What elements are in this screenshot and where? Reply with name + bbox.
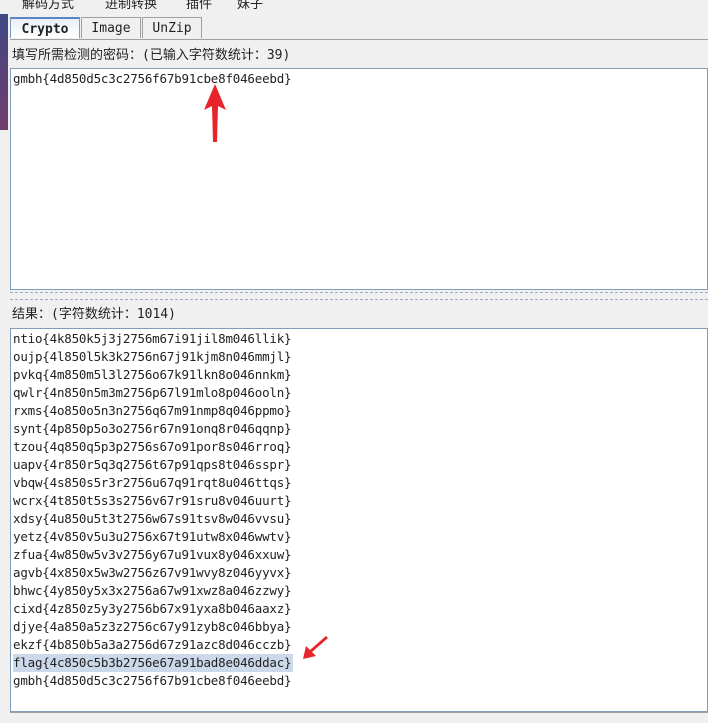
- menu-girl[interactable]: 妹子: [237, 0, 263, 12]
- splitter-handle[interactable]: [10, 292, 708, 300]
- result-line: pvkq{4m850m5l3l2756o67k91lkn8o046nnkm}: [13, 367, 292, 382]
- result-line: gmbh{4d850d5c3c2756f67b91cbe8f046eebd}: [13, 673, 292, 688]
- result-line: uapv{4r850r5q3q2756t67p91qps8t046sspr}: [13, 457, 292, 472]
- result-line: bhwc{4y850y5x3x2756a67w91xwz8a046zzwy}: [13, 583, 292, 598]
- password-input-text: gmbh{4d850d5c3c2756f67b91cbe8f046eebd}: [13, 71, 292, 86]
- result-line: synt{4p850p5o3o2756r67n91onq8r046qqnp}: [13, 421, 292, 436]
- password-input[interactable]: gmbh{4d850d5c3c2756f67b91cbe8f046eebd}: [10, 68, 708, 290]
- result-line: cixd{4z850z5y3y2756b67x91yxa8b046aaxz}: [13, 601, 292, 616]
- result-line-selected: flag{4c850c5b3b2756e67a91bad8e046ddac}: [13, 654, 294, 672]
- result-line: xdsy{4u850u5t3t2756w67s91tsv8w046vvsu}: [13, 511, 292, 526]
- result-line: tzou{4q850q5p3p2756s67o91por8s046rroq}: [13, 439, 292, 454]
- result-line: rxms{4o850o5n3n2756q67m91nmp8q046ppmo}: [13, 403, 292, 418]
- result-line: vbqw{4s850s5r3r2756u67q91rqt8u046ttqs}: [13, 475, 292, 490]
- result-line: zfua{4w850w5v3v2756y67u91vux8y046xxuw}: [13, 547, 292, 562]
- result-line: oujp{4l850l5k3k2756n67j91kjm8n046mmjl}: [13, 349, 292, 364]
- result-label: 结果：(字符数统计：1014): [12, 307, 176, 322]
- tab-unzip[interactable]: UnZip: [142, 17, 202, 38]
- tab-image[interactable]: Image: [81, 17, 141, 38]
- status-bar: [10, 712, 708, 723]
- result-line: yetz{4v850v5u3u2756x67t91utw8x046wwtv}: [13, 529, 292, 544]
- tab-crypto[interactable]: Crypto: [10, 17, 80, 38]
- result-line: wcrx{4t850t5s3s2756v67r91sru8v046uurt}: [13, 493, 292, 508]
- menu-base-convert[interactable]: 进制转换: [105, 0, 157, 12]
- result-line: qwlr{4n850n5m3m2756p67l91mlo8p046ooln}: [13, 385, 292, 400]
- menu-decode[interactable]: 解码方式: [22, 0, 74, 12]
- result-line: ntio{4k850k5j3j2756m67i91jil8m046llik}: [13, 331, 292, 346]
- menu-plugins[interactable]: 插件: [186, 0, 212, 12]
- menu-bar: 解码方式 进制转换 插件 妹子: [0, 0, 708, 14]
- result-output[interactable]: ntio{4k850k5j3j2756m67i91jil8m046llik} ou…: [10, 328, 708, 712]
- background-mask: [0, 130, 8, 722]
- result-line: ekzf{4b850b5a3a2756d67z91azc8d046cczb}: [13, 637, 292, 652]
- result-line: agvb{4x850x5w3w2756z67v91wvy8z046yyvx}: [13, 565, 292, 580]
- result-line: djye{4a850a5z3z2756c67y91zyb8c046bbya}: [13, 619, 292, 634]
- input-label: 填写所需检测的密码：(已输入字符数统计：39): [12, 48, 291, 63]
